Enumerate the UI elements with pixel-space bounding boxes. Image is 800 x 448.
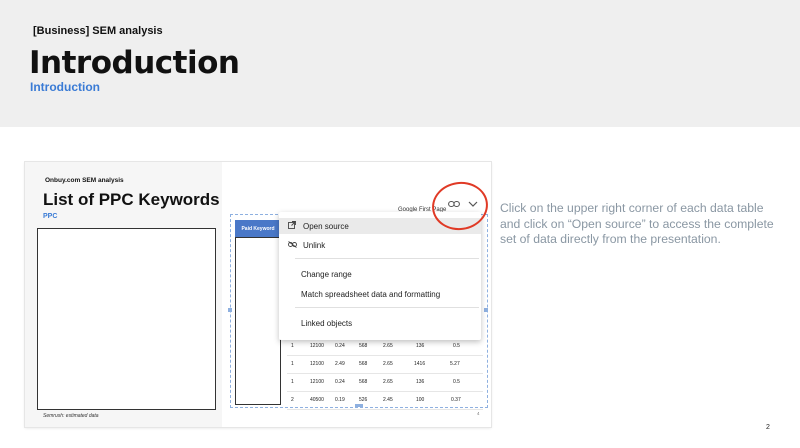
table-cell: 0.5 xyxy=(453,343,460,349)
table-cell: 0.5 xyxy=(453,379,460,385)
table-cell: 136 xyxy=(416,343,425,349)
table-cell: 100 xyxy=(416,397,425,403)
slide-caption: Onbuy.com SEM analysis xyxy=(45,177,124,184)
table-data-rows: 1 12100 0.24 568 2.65 136 0.5 1 12100 2.… xyxy=(287,338,483,410)
table-cell: 568 xyxy=(359,361,368,367)
menu-separator xyxy=(295,307,479,308)
table-cell: 2.65 xyxy=(383,343,393,349)
table-cell: 526 xyxy=(359,397,368,403)
table-cell: 1 xyxy=(291,379,294,385)
table-cell: 2.49 xyxy=(335,361,345,367)
table-cell: 40500 xyxy=(310,397,324,403)
page-number: 2 xyxy=(766,424,770,431)
table-cell: 12100 xyxy=(310,379,324,385)
menu-item-linked-objects[interactable]: Linked objects xyxy=(279,315,481,331)
section-label: [Business] SEM analysis xyxy=(33,25,163,37)
menu-item-change-range[interactable]: Change range xyxy=(279,266,481,282)
open-in-new-icon xyxy=(287,221,297,231)
table-cell: 0.37 xyxy=(451,397,461,403)
table-header-paid-keyword: Paid Keyword xyxy=(235,220,281,237)
table-cell: 136 xyxy=(416,379,425,385)
table-cell: 12100 xyxy=(310,361,324,367)
menu-item-label: Linked objects xyxy=(301,318,353,328)
table-cell: 2.65 xyxy=(383,379,393,385)
table-cell: 0.24 xyxy=(335,379,345,385)
unlink-icon xyxy=(287,240,297,250)
linked-object-menu: Open source Unlink Change range Match sp… xyxy=(279,212,481,340)
table-cell: 1 xyxy=(291,343,294,349)
table-row: 1 12100 0.24 568 2.65 136 0.5 xyxy=(287,374,483,392)
slide-title: List of PPC Keywords xyxy=(43,190,220,209)
slide-thumbnail: Onbuy.com SEM analysis List of PPC Keywo… xyxy=(25,162,491,427)
table-cell: 5.27 xyxy=(450,361,460,367)
instructions-text: Click on the upper right corner of each … xyxy=(500,201,774,246)
menu-item-label: Change range xyxy=(301,269,352,279)
resize-handle-right[interactable] xyxy=(484,308,488,312)
table-cell: 568 xyxy=(359,379,368,385)
menu-item-label: Open source xyxy=(303,221,349,231)
table-cell: 12100 xyxy=(310,343,324,349)
resize-handle-left[interactable] xyxy=(228,308,232,312)
table-row: 1 12100 2.49 568 2.65 1416 5.27 xyxy=(287,356,483,374)
menu-item-match-formatting[interactable]: Match spreadsheet data and formatting xyxy=(279,286,481,302)
slide-placeholder-box xyxy=(37,228,216,410)
menu-item-label: Match spreadsheet data and formatting xyxy=(301,289,441,299)
table-cell: 568 xyxy=(359,343,368,349)
page-subtitle: Introduction xyxy=(30,80,100,94)
slide-page-number: 4 xyxy=(477,411,480,416)
menu-item-label: Unlink xyxy=(303,240,326,250)
menu-item-unlink[interactable]: Unlink xyxy=(279,237,481,253)
table-cell: 0.24 xyxy=(335,343,345,349)
table-row: 2 40500 0.19 526 2.45 100 0.37 xyxy=(287,392,483,410)
table-cell: 1416 xyxy=(414,361,426,367)
table-cell: 2 xyxy=(291,397,294,403)
page-title: Introduction xyxy=(29,45,240,81)
menu-separator xyxy=(295,258,479,259)
slide-note: Semrush: estimated data xyxy=(43,413,99,419)
table-cell: 2.45 xyxy=(383,397,393,403)
table-cell: 2.65 xyxy=(383,361,393,367)
table-keyword-column xyxy=(235,237,281,405)
table-cell: 1 xyxy=(291,361,294,367)
table-cell: 0.19 xyxy=(335,397,345,403)
table-row: 1 12100 0.24 568 2.65 136 0.5 xyxy=(287,338,483,356)
slide-subtitle: PPC xyxy=(43,213,58,220)
